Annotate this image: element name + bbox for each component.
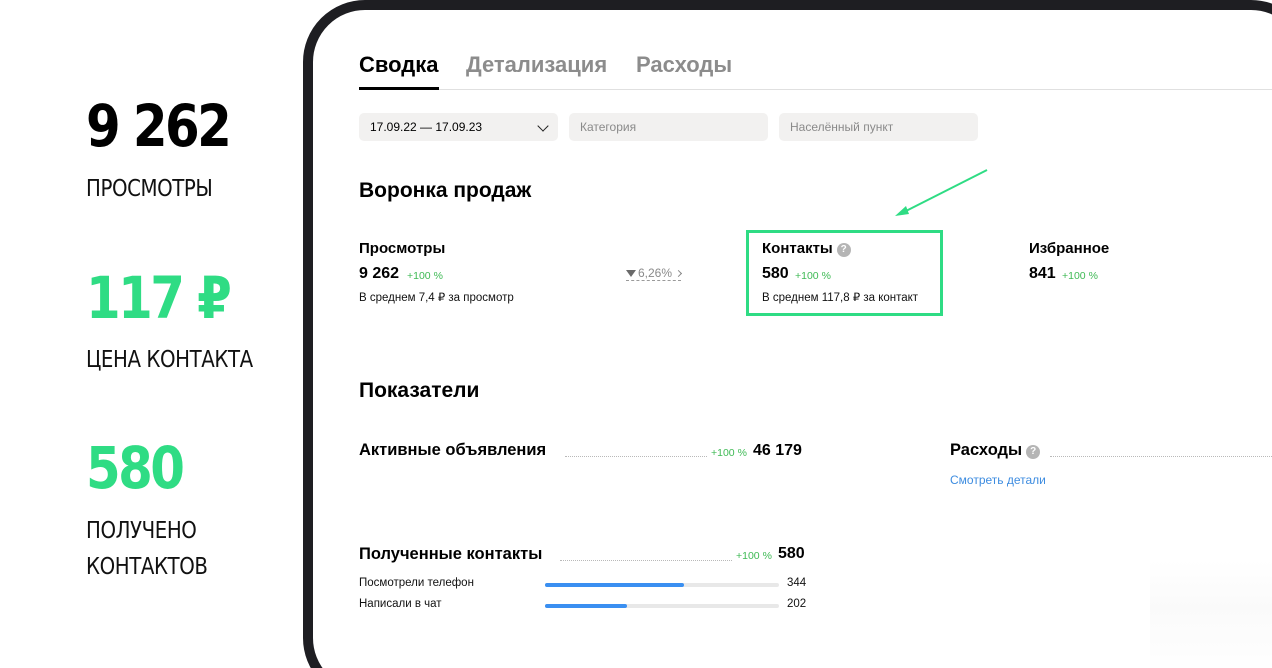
dotted-leader: [560, 560, 732, 561]
received-contacts-title: Полученные контакты: [359, 545, 543, 563]
stat-label: КОНТАКТОВ: [86, 554, 208, 580]
expenses-label: Расходы: [950, 441, 1023, 459]
view-details-link[interactable]: Смотреть детали: [950, 473, 1046, 487]
metrics-heading: Показатели: [359, 379, 480, 402]
bar-fill: [545, 604, 627, 608]
bar-label: Написали в чат: [359, 598, 442, 610]
stat-value: 117 ₽: [86, 264, 232, 332]
stat-value: 580: [86, 434, 185, 502]
active-ads-delta: +100 %: [711, 447, 747, 459]
funnel-favorites-title: Избранное: [1029, 240, 1110, 257]
dashboard-screen: Сводка Детализация Расходы 17.09.22 — 17…: [313, 10, 1272, 668]
bar-fill: [545, 583, 684, 587]
stat-label: ПРОСМОТРЫ: [86, 176, 213, 202]
stat-label: ЦЕНА КОНТАКТА: [86, 347, 253, 373]
arrow-icon: [895, 169, 988, 216]
dotted-leader: [565, 456, 707, 457]
received-contacts-value: 580: [778, 545, 805, 562]
funnel-favorites-value: 841: [1029, 265, 1056, 282]
device-frame: Сводка Детализация Расходы 17.09.22 — 17…: [303, 0, 1272, 668]
bar-value: 344: [787, 577, 807, 589]
scroll-fade: [1150, 560, 1272, 668]
active-ads-value: 46 179: [753, 442, 802, 459]
expenses-title: Расходы?: [950, 441, 1041, 460]
dotted-leader: [1050, 456, 1272, 457]
bar-value: 202: [787, 598, 807, 610]
received-contacts-delta: +100 %: [736, 550, 772, 562]
stat-value: 9 262: [86, 92, 232, 160]
bar-track: [545, 583, 779, 587]
question-circle-icon[interactable]: ?: [1026, 445, 1041, 459]
bar-track: [545, 604, 779, 608]
stat-label: ПОЛУЧЕНО: [86, 518, 197, 544]
funnel-favorites-delta: +100 %: [1062, 270, 1098, 282]
bar-label: Посмотрели телефон: [359, 577, 474, 589]
active-ads-title: Активные объявления: [359, 441, 547, 459]
